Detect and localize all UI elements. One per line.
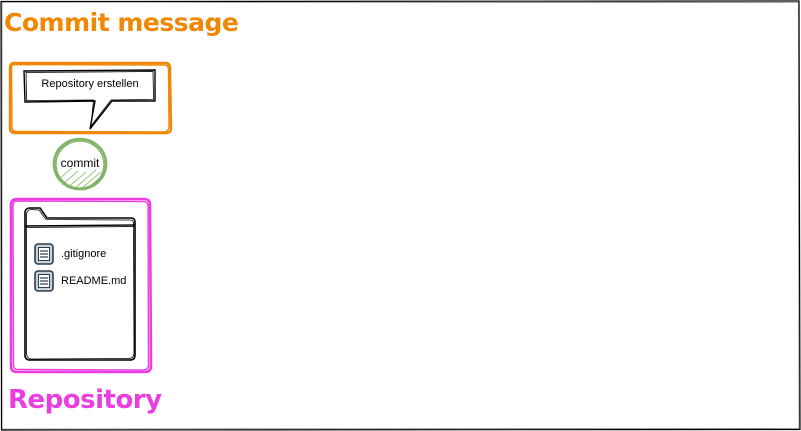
file-icon [34,270,54,292]
file-item-readme: README.md [34,270,126,292]
repository-heading: Repository [8,385,162,415]
file-icon [34,243,54,265]
file-name: README.md [61,275,127,287]
diagram-canvas: Commit message Repository Repository ers… [0,0,801,431]
file-name: .gitignore [61,248,107,260]
sketch-drawing [0,0,801,431]
commit-label: commit [60,156,100,170]
commit-message-heading: Commit message [4,8,239,37]
file-item-gitignore: .gitignore [34,243,106,265]
commit-message-text: Repository erstellen [41,78,139,90]
